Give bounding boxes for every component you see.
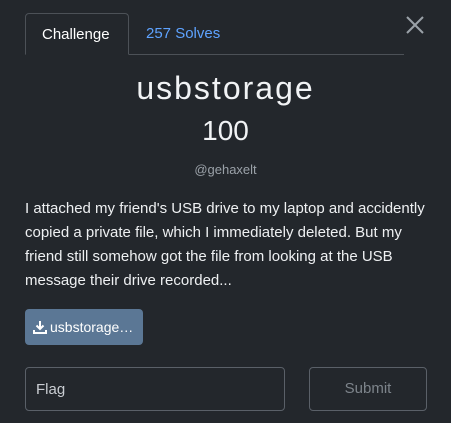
challenge-points: 100 (202, 115, 249, 146)
download-file-button[interactable]: usbstorage… (25, 309, 143, 345)
submit-button[interactable]: Submit (309, 367, 427, 411)
tab-challenge[interactable]: Challenge (25, 13, 129, 55)
close-icon[interactable] (403, 13, 427, 37)
challenge-modal: Challenge 257 Solves usbstorage 100 @geh… (0, 0, 451, 423)
challenge-author: @gehaxelt (194, 162, 257, 177)
challenge-title: usbstorage (136, 70, 315, 106)
flag-input[interactable] (25, 367, 285, 411)
challenge-description: I attached my friend's USB drive to my l… (25, 200, 425, 289)
download-file-label: usbstorage… (50, 319, 134, 335)
tab-bar: Challenge 257 Solves (25, 13, 404, 55)
download-icon (33, 311, 47, 334)
tab-solves[interactable]: 257 Solves (130, 13, 236, 54)
